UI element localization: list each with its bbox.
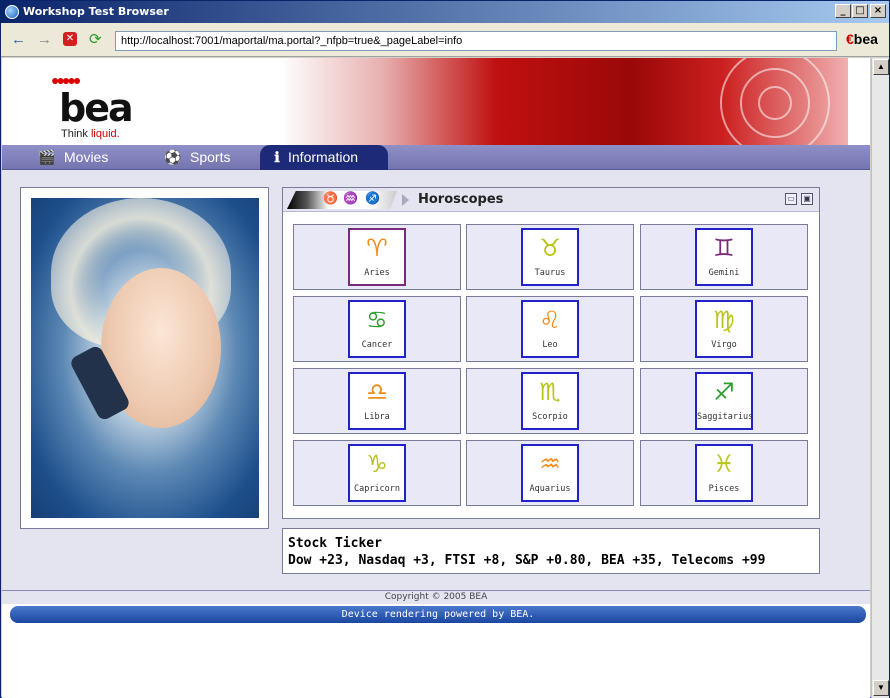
horoscopes-portlet: ♉ ♒ ♐ Horoscopes ▭ ▣ ♈ Aries ♉ Taurus ♊ … <box>282 187 820 519</box>
virgo-icon: ♍ <box>713 306 735 334</box>
sign-label: Leo <box>542 340 558 350</box>
sign-cell: ♋ Cancer <box>293 296 461 362</box>
stock-ticker-portlet: Stock Ticker Dow +23, Nasdaq +3, FTSI +8… <box>282 528 820 574</box>
navigation-toolbar: ← → ✕ ⟳ http://localhost:7001/maportal/m… <box>1 23 889 57</box>
page-content: ♉ ♒ ♐ Horoscopes ▭ ▣ ♈ Aries ♉ Taurus ♊ … <box>2 170 870 590</box>
close-button[interactable]: × <box>870 4 886 18</box>
pisces-icon: ♓ <box>713 450 735 478</box>
sign-cell: ♑ Capricorn <box>293 440 461 506</box>
sign-label: Saggitarius <box>697 412 754 422</box>
stock-ticker-text: Dow +23, Nasdaq +3, FTSI +8, S&P +0.80, … <box>288 553 766 568</box>
sign-label: Capricorn <box>353 484 401 494</box>
scroll-up-icon[interactable]: ▲ <box>873 59 889 75</box>
sign-label: Cancer <box>361 340 393 350</box>
aries-icon: ♈ <box>366 234 388 262</box>
sign-label: Pisces <box>708 484 740 494</box>
chevron-right-icon <box>402 194 409 206</box>
window-title: Workshop Test Browser <box>23 5 169 18</box>
sign-cell: ♏ Scorpio <box>466 368 634 434</box>
stock-ticker-title: Stock Ticker <box>288 536 382 551</box>
sign-pisces[interactable]: ♓ Pisces <box>695 444 753 502</box>
vertical-scrollbar[interactable]: ▲ ▼ <box>871 58 889 698</box>
brand-logo-text: bea <box>853 31 878 47</box>
powered-by-bar: Device rendering powered by BEA. <box>10 606 866 623</box>
address-bar[interactable]: http://localhost:7001/maportal/ma.portal… <box>115 31 837 51</box>
leo-icon: ♌ <box>539 306 561 334</box>
sign-label: Virgo <box>711 340 737 350</box>
cancer-icon: ♋ <box>366 306 388 334</box>
sports-icon: ⚽ <box>164 149 182 165</box>
stop-icon[interactable]: ✕ <box>63 32 77 46</box>
bea-logo: ●●●●● bea Think liquid. <box>47 70 157 140</box>
portlet-titlebar: ♉ ♒ ♐ Horoscopes ▭ ▣ <box>283 188 819 212</box>
copyright-footer: Copyright © 2005 BEA <box>2 590 870 604</box>
sign-scorpio[interactable]: ♏ Scorpio <box>521 372 579 430</box>
libra-icon: ♎ <box>366 378 388 406</box>
sign-label: Gemini <box>708 268 740 278</box>
app-icon <box>5 5 19 19</box>
sign-cell: ♉ Taurus <box>466 224 634 290</box>
sign-leo[interactable]: ♌ Leo <box>521 300 579 358</box>
sign-taurus[interactable]: ♉ Taurus <box>521 228 579 286</box>
tab-label: Information <box>288 149 359 165</box>
sign-label: Aquarius <box>529 484 571 494</box>
portlet-title: Horoscopes <box>418 192 504 207</box>
portal-menu: 🎬 Movies ⚽ Sports ℹ Information <box>2 145 870 170</box>
sign-gemini[interactable]: ♊ Gemini <box>695 228 753 286</box>
sign-cell: ♈ Aries <box>293 224 461 290</box>
movies-icon: 🎬 <box>38 149 56 165</box>
maximize-portlet-icon[interactable]: ▣ <box>801 193 813 205</box>
sign-cell: ♊ Gemini <box>640 224 808 290</box>
tab-sports[interactable]: ⚽ Sports <box>164 145 254 170</box>
back-icon[interactable]: ← <box>11 32 26 48</box>
scroll-down-icon[interactable]: ▼ <box>873 680 889 696</box>
capricorn-icon: ♑ <box>366 450 388 478</box>
sign-label: Libra <box>364 412 390 422</box>
sign-aries[interactable]: ♈ Aries <box>348 228 406 286</box>
sign-cell: ♍ Virgo <box>640 296 808 362</box>
tab-label: Sports <box>190 149 231 165</box>
title-bar: Workshop Test Browser _ □ × <box>1 1 889 23</box>
sign-label: Taurus <box>534 268 566 278</box>
tagline: Think liquid. <box>61 128 120 140</box>
gemini-icon: ♊ <box>713 234 735 262</box>
sign-cancer[interactable]: ♋ Cancer <box>348 300 406 358</box>
sign-aquarius[interactable]: ♒ Aquarius <box>521 444 579 502</box>
taurus-icon: ♉ <box>539 234 561 262</box>
aquarius-icon: ♒ <box>539 450 561 478</box>
sign-libra[interactable]: ♎ Libra <box>348 372 406 430</box>
refresh-icon[interactable]: ⟳ <box>89 32 102 48</box>
sign-cell: ♐ Saggitarius <box>640 368 808 434</box>
sign-cell: ♒ Aquarius <box>466 440 634 506</box>
sign-cell: ♎ Libra <box>293 368 461 434</box>
banner-graphic <box>280 58 848 158</box>
zodiac-banner-icon: ♉ ♒ ♐ <box>287 191 397 209</box>
browser-window: Workshop Test Browser _ □ × ← → ✕ ⟳ http… <box>0 0 890 698</box>
tab-label: Movies <box>64 149 109 165</box>
tab-movies[interactable]: 🎬 Movies <box>38 145 128 170</box>
brand-mark-icon: € <box>846 31 854 47</box>
forward-icon[interactable]: → <box>37 32 52 48</box>
sign-label: Aries <box>364 268 390 278</box>
brand-logo: €bea <box>846 31 878 47</box>
sign-cell: ♌ Leo <box>466 296 634 362</box>
sign-capricorn[interactable]: ♑ Capricorn <box>348 444 406 502</box>
minimize-button[interactable]: _ <box>835 4 851 18</box>
logo-word: bea <box>59 86 134 130</box>
header-banner: ●●●●● bea Think liquid. <box>2 58 870 158</box>
sign-virgo[interactable]: ♍ Virgo <box>695 300 753 358</box>
minimize-portlet-icon[interactable]: ▭ <box>785 193 797 205</box>
tab-information[interactable]: ℹ Information <box>260 145 388 170</box>
sign-saggitarius[interactable]: ♐ Saggitarius <box>695 372 753 430</box>
information-icon: ℹ <box>274 149 280 165</box>
scorpio-icon: ♏ <box>539 378 561 406</box>
sign-cell: ♓ Pisces <box>640 440 808 506</box>
maximize-button[interactable]: □ <box>852 4 868 18</box>
saggitarius-icon: ♐ <box>713 378 735 406</box>
woman-on-phone-image <box>31 198 259 518</box>
page-viewport: ●●●●● bea Think liquid. 🎬 Movies ⚽ Sport… <box>2 58 870 698</box>
image-portlet <box>20 187 269 529</box>
sign-label: Scorpio <box>532 412 568 422</box>
